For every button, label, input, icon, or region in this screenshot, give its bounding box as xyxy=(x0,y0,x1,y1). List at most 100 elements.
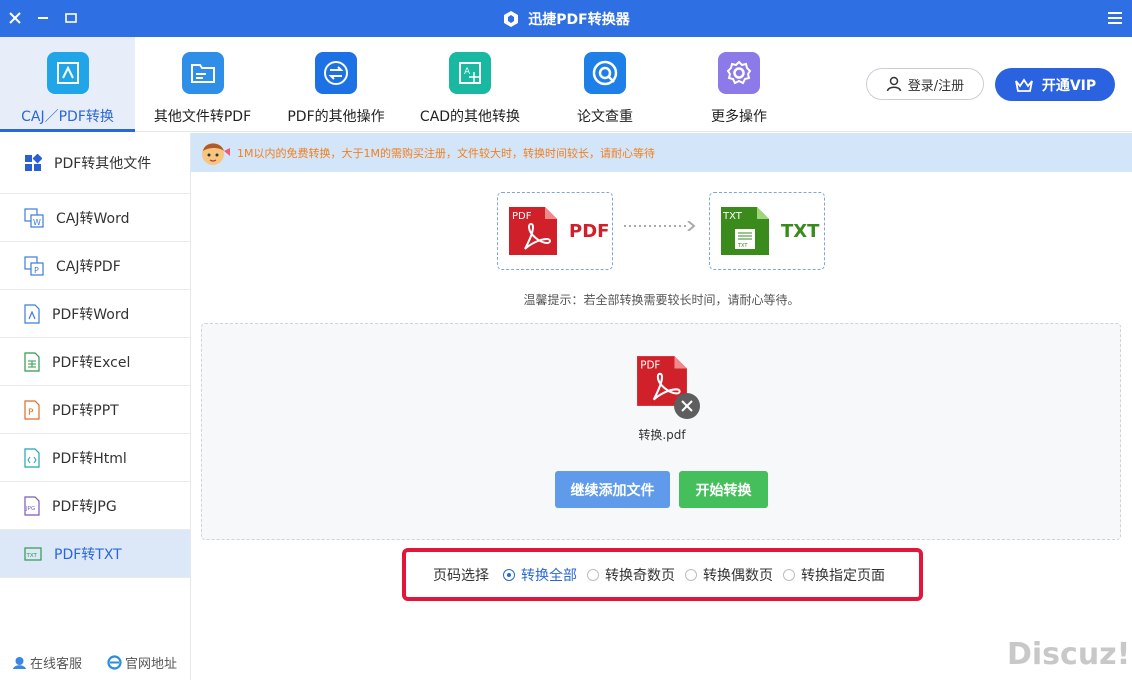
headset-icon xyxy=(13,657,26,669)
sidebar-item-pdf-word[interactable]: PDF转Word xyxy=(0,290,190,338)
close-icon xyxy=(681,400,693,412)
radio-label: 转换全部 xyxy=(521,567,577,584)
cad-icon: A xyxy=(449,52,491,94)
sidebar-item-caj-word[interactable]: W CAJ转Word xyxy=(0,194,190,242)
svg-text:P: P xyxy=(28,408,34,418)
tool-caj-pdf[interactable]: CAJ／PDF转换 xyxy=(0,37,135,132)
sidebar-item-pdf-excel[interactable]: PDF转Excel xyxy=(0,338,190,386)
website-link[interactable]: 官网地址 xyxy=(107,653,177,672)
tool-label: 其他文件转PDF xyxy=(153,109,252,125)
radio-button xyxy=(587,568,599,581)
file-name: 转换.pdf xyxy=(638,428,686,442)
tool-cad[interactable]: A CAD的其他转换 xyxy=(405,37,535,132)
vip-label: 开通VIP xyxy=(1041,77,1097,94)
online-service-link[interactable]: 在线客服 xyxy=(12,653,82,672)
pdf-badge: PDF xyxy=(512,211,532,222)
svg-text:JPG: JPG xyxy=(25,506,35,512)
remove-file-button[interactable] xyxy=(674,393,700,419)
target-format-box: TXT TXT TXT xyxy=(709,192,825,270)
svg-text:A: A xyxy=(464,67,471,77)
app-title: 迅捷PDF转换器 xyxy=(528,12,630,28)
radio-convert-even[interactable]: 转换偶数页 xyxy=(685,565,773,585)
page-range-selector: 页码选择 转换全部 转换奇数页 转换偶数页 转换指定页面 xyxy=(402,548,923,601)
radio-convert-specified[interactable]: 转换指定页面 xyxy=(783,565,885,585)
tool-more[interactable]: 更多操作 xyxy=(684,37,794,132)
caj-pdf-icon xyxy=(46,52,89,94)
arrow-icon xyxy=(624,221,696,231)
add-file-button[interactable]: 继续添加文件 xyxy=(555,471,670,508)
svg-text:W: W xyxy=(33,218,41,227)
radio-label: 转换指定页面 xyxy=(801,567,885,584)
tool-label: CAJ／PDF转换 xyxy=(21,109,114,125)
app-title-group: 迅捷PDF转换器 xyxy=(0,9,1132,29)
pdf-excel-icon xyxy=(24,351,40,372)
start-convert-button[interactable]: 开始转换 xyxy=(679,471,768,508)
svg-text:TXT: TXT xyxy=(26,553,38,559)
exchange-icon xyxy=(315,52,357,94)
file-drop-zone[interactable]: PDF 转换.pdf 继续添加文件 开始转换 xyxy=(201,323,1121,540)
radio-convert-odd[interactable]: 转换奇数页 xyxy=(587,565,675,585)
pdf-txt-icon: TXT xyxy=(24,546,42,561)
notice-text: 1M以内的免费转换，大于1M的需购买注册，文件较大时，转换时间较长，请耐心等待 xyxy=(237,146,655,160)
target-format-label: TXT xyxy=(781,220,820,242)
pdf-html-icon xyxy=(24,447,40,468)
minimize-icon[interactable] xyxy=(33,8,53,28)
user-icon xyxy=(886,76,902,92)
notice-bar: 1M以内的免费转换，大于1M的需购买注册，文件较大时，转换时间较长，请耐心等待 xyxy=(191,133,1132,172)
sidebar-item-pdf-html[interactable]: PDF转Html xyxy=(0,434,190,482)
tool-label: 更多操作 xyxy=(711,109,767,125)
txt-file-icon: TXT TXT xyxy=(721,207,769,255)
pdf-ppt-icon: P xyxy=(24,399,40,420)
pdf-jpg-icon: JPG xyxy=(24,495,40,516)
pdf-word-icon xyxy=(24,303,40,324)
app-logo-icon xyxy=(504,11,519,27)
close-icon[interactable] xyxy=(5,8,25,28)
sidebar: PDF转其他文件 W CAJ转Word P CAJ转PDF PDF转Word P… xyxy=(0,133,191,680)
tool-pdf-other[interactable]: PDF的其他操作 xyxy=(272,37,400,132)
sidebar-item-label: PDF转Excel xyxy=(52,354,131,371)
login-button[interactable]: 登录/注册 xyxy=(866,68,984,100)
sidebar-item-label: CAJ转Word xyxy=(56,210,130,227)
svg-text:P: P xyxy=(34,266,39,275)
grid-icon xyxy=(25,154,42,171)
radio-button xyxy=(685,568,697,581)
sidebar-item-label: PDF转PPT xyxy=(52,402,119,419)
radio-button xyxy=(783,568,795,581)
pdf-file-icon: PDF xyxy=(509,207,557,255)
maximize-icon[interactable] xyxy=(61,8,81,28)
sidebar-item-label: CAJ转PDF xyxy=(56,258,121,275)
login-label: 登录/注册 xyxy=(907,78,965,94)
watermark: Discuz! xyxy=(1007,637,1131,672)
vip-button[interactable]: 开通VIP xyxy=(995,68,1115,101)
sidebar-item-label: PDF转Html xyxy=(52,450,127,467)
radio-label: 转换奇数页 xyxy=(605,567,675,584)
source-format-box: PDF PDF xyxy=(497,192,613,270)
folder-icon xyxy=(181,52,224,94)
crown-icon xyxy=(1014,77,1033,92)
sidebar-item-label: PDF转TXT xyxy=(54,546,122,563)
sidebar-item-label: PDF转Word xyxy=(52,306,130,323)
txt-badge: TXT xyxy=(722,211,743,222)
caj-pdf-file-icon: P xyxy=(24,255,44,276)
tool-other-to-pdf[interactable]: 其他文件转PDF xyxy=(140,37,265,132)
gear-icon xyxy=(718,52,760,94)
caj-word-icon: W xyxy=(24,207,44,228)
radio-convert-all[interactable]: 转换全部 xyxy=(503,565,577,585)
sidebar-item-pdf-jpg[interactable]: JPG PDF转JPG xyxy=(0,482,190,530)
website-label: 官网地址 xyxy=(125,657,178,672)
online-service-label: 在线客服 xyxy=(30,657,83,672)
tip-text: 温馨提示：若全部转换需要较长时间，请耐心等待。 xyxy=(523,293,800,307)
tool-label: 论文查重 xyxy=(577,109,633,125)
menu-icon[interactable] xyxy=(1105,8,1125,28)
mascot-icon xyxy=(202,142,230,165)
sidebar-item-pdf-to-other[interactable]: PDF转其他文件 xyxy=(0,133,190,194)
tool-paper-check[interactable]: 论文查重 xyxy=(550,37,660,132)
source-format-label: PDF xyxy=(569,220,610,242)
sidebar-item-caj-pdf[interactable]: P CAJ转PDF xyxy=(0,242,190,290)
sidebar-item-pdf-ppt[interactable]: P PDF转PPT xyxy=(0,386,190,434)
sidebar-item-pdf-txt[interactable]: TXT PDF转TXT xyxy=(0,530,190,578)
file-badge: PDF xyxy=(640,360,660,372)
tool-label: CAD的其他转换 xyxy=(419,109,521,125)
svg-text:TXT: TXT xyxy=(737,243,748,249)
radio-label: 转换偶数页 xyxy=(703,567,773,584)
